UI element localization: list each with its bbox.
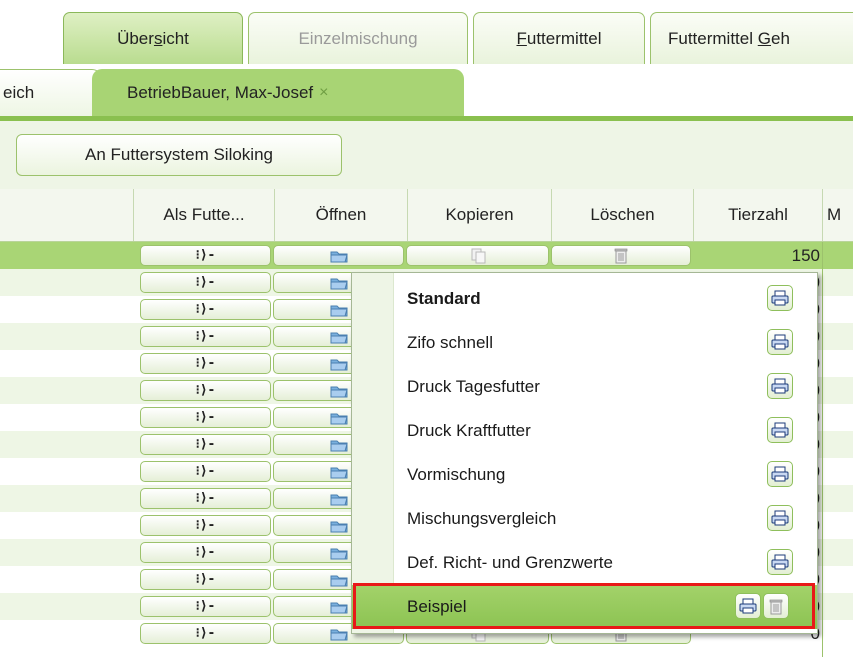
menu-item-label: Vormischung: [407, 465, 506, 484]
tab-label: Übersicht: [117, 28, 189, 48]
use-as-feed-button[interactable]: ⁝⟩-: [140, 353, 271, 374]
folder-open-icon: [330, 602, 348, 613]
main-tab-bar: Übersicht Einzelmischung Futtermittel Fu…: [0, 0, 853, 65]
use-as-feed-button[interactable]: ⁝⟩-: [140, 569, 271, 590]
print-icon: [771, 422, 789, 438]
column-header-oeffnen[interactable]: Öffnen: [274, 189, 407, 241]
menu-item[interactable]: Zifo schnell: [352, 321, 817, 365]
use-as-feed-button[interactable]: ⁝⟩-: [140, 245, 271, 266]
menu-item-label: Mischungsvergleich: [407, 509, 557, 528]
close-icon[interactable]: ×: [319, 84, 328, 102]
tab-uebersicht[interactable]: Übersicht: [63, 12, 243, 64]
print-button[interactable]: [767, 505, 793, 531]
print-button[interactable]: [767, 417, 793, 443]
tab-futtermittel[interactable]: Futtermittel: [473, 12, 645, 64]
menu-item[interactable]: Mischungsvergleich: [352, 497, 817, 541]
print-button[interactable]: [767, 461, 793, 487]
tab-einzelmischung[interactable]: Einzelmischung: [248, 12, 468, 64]
tab-label: BetriebBauer, Max-Josef: [127, 82, 314, 102]
print-icon: [739, 598, 757, 614]
folder-open-icon: [330, 548, 348, 559]
folder-open-icon: [330, 359, 348, 370]
menu-item-label: Druck Kraftfutter: [407, 421, 531, 440]
folder-open-icon: [330, 332, 348, 343]
menu-item[interactable]: Druck Tagesfutter: [352, 365, 817, 409]
menu-item[interactable]: Vormischung: [352, 453, 817, 497]
menu-item-label: Beispiel: [407, 597, 467, 616]
print-icon: [771, 378, 789, 394]
tab-betrieb[interactable]: BetriebBauer, Max-Josef ×: [92, 69, 464, 116]
menu-item-label: Standard: [407, 289, 481, 308]
menu-item[interactable]: Def. Richt- und Grenzwerte: [352, 541, 817, 585]
use-as-feed-button[interactable]: ⁝⟩-: [140, 299, 271, 320]
use-as-feed-button[interactable]: ⁝⟩-: [140, 515, 271, 536]
menu-item-label: Druck Tagesfutter: [407, 377, 540, 396]
document-tab-bar: eich BetriebBauer, Max-Josef ×: [0, 65, 853, 116]
print-icon: [771, 554, 789, 570]
trash-icon: [769, 599, 783, 614]
print-button[interactable]: [767, 329, 793, 355]
print-icon: [771, 290, 789, 306]
folder-open-icon: [330, 440, 348, 451]
menu-item-label: Zifo schnell: [407, 333, 493, 352]
folder-open-icon: [330, 413, 348, 424]
folder-open-icon: [330, 494, 348, 505]
tab-label: Futtermittel: [516, 28, 602, 48]
use-as-feed-button[interactable]: ⁝⟩-: [140, 542, 271, 563]
copy-button[interactable]: [406, 245, 549, 266]
tab-vergleich[interactable]: eich: [0, 69, 102, 116]
menu-item[interactable]: Druck Kraftfutter: [352, 409, 817, 453]
menu-item[interactable]: Beispiel: [352, 585, 817, 629]
column-header-kopieren[interactable]: Kopieren: [407, 189, 551, 241]
use-as-feed-button[interactable]: ⁝⟩-: [140, 461, 271, 482]
folder-open-icon: [330, 629, 348, 640]
folder-open-icon: [330, 251, 348, 262]
table-row[interactable]: ⁝⟩- 150: [0, 242, 853, 269]
print-button[interactable]: [767, 285, 793, 311]
print-icon: [771, 334, 789, 350]
menu-item-label: Def. Richt- und Grenzwerte: [407, 553, 613, 572]
grid-header: Als Futte... Öffnen Kopieren Löschen Tie…: [0, 189, 853, 242]
use-as-feed-button[interactable]: ⁝⟩-: [140, 326, 271, 347]
copy-icon: [471, 248, 485, 263]
print-button[interactable]: [767, 373, 793, 399]
column-header-loeschen[interactable]: Löschen: [551, 189, 693, 241]
folder-open-icon: [330, 386, 348, 397]
print-icon: [771, 466, 789, 482]
print-template-menu: Standard Zifo schnell Druck Tagesfutter Dru…: [351, 272, 818, 634]
use-as-feed-button[interactable]: ⁝⟩-: [140, 434, 271, 455]
folder-open-icon: [330, 305, 348, 316]
tierzahl-value: 150: [791, 246, 820, 265]
delete-button[interactable]: [551, 245, 691, 266]
folder-open-icon: [330, 467, 348, 478]
column-header-tierzahl[interactable]: Tierzahl: [693, 189, 822, 241]
print-icon: [771, 510, 789, 526]
use-as-feed-button[interactable]: ⁝⟩-: [140, 272, 271, 293]
futtersystem-button[interactable]: An Futtersystem Siloking: [16, 134, 342, 176]
column-header-m[interactable]: M: [822, 189, 853, 241]
print-button[interactable]: [735, 593, 761, 619]
use-as-feed-button[interactable]: ⁝⟩-: [140, 488, 271, 509]
menu-item[interactable]: Standard: [352, 277, 817, 321]
open-button[interactable]: [273, 245, 404, 266]
delete-template-button[interactable]: [763, 593, 789, 619]
trash-icon: [614, 248, 628, 264]
tab-label: Futtermittel Geh: [668, 28, 790, 48]
tab-futtermittel-gehalte[interactable]: Futtermittel Geh: [650, 12, 853, 64]
folder-open-icon: [330, 521, 348, 532]
column-divider: [822, 242, 823, 657]
use-as-feed-button[interactable]: ⁝⟩-: [140, 380, 271, 401]
toolbar: An Futtersystem Siloking: [0, 121, 853, 190]
use-as-feed-button[interactable]: ⁝⟩-: [140, 596, 271, 617]
print-button[interactable]: [767, 549, 793, 575]
use-as-feed-button[interactable]: ⁝⟩-: [140, 407, 271, 428]
use-as-feed-button[interactable]: ⁝⟩-: [140, 623, 271, 644]
tab-label: eich: [3, 83, 35, 102]
tab-label: Einzelmischung: [298, 28, 418, 48]
column-header-als-futter[interactable]: Als Futte...: [133, 189, 274, 241]
folder-open-icon: [330, 575, 348, 586]
folder-open-icon: [330, 278, 348, 289]
